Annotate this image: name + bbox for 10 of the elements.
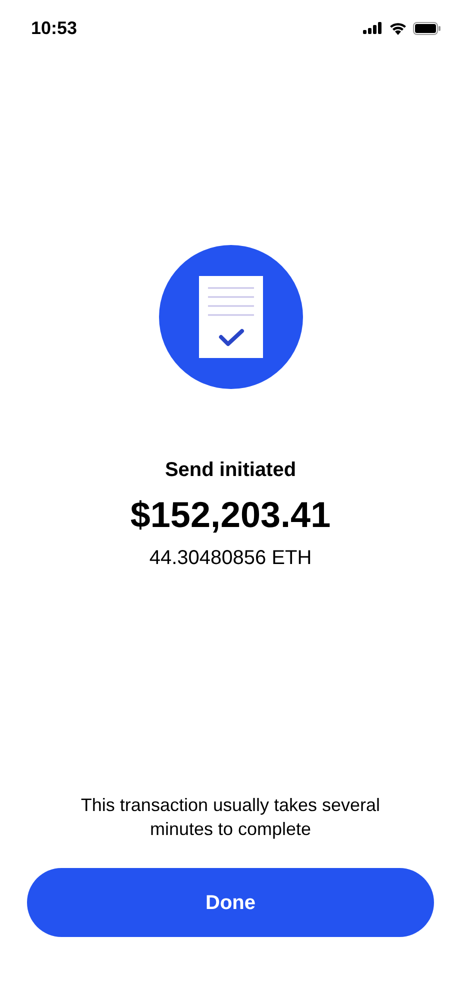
signal-icon	[363, 22, 383, 34]
fiat-amount: $152,203.41	[130, 493, 331, 537]
wifi-icon	[389, 22, 407, 34]
battery-icon	[413, 22, 441, 34]
status-title: Send initiated	[164, 458, 296, 483]
done-button[interactable]: Done	[27, 868, 434, 937]
crypto-amount: 44.30480856 ETH	[149, 546, 312, 571]
info-message: This transaction usually takes several minutes to complete	[80, 794, 380, 841]
document-check-icon	[158, 245, 302, 389]
status-time: 10:53	[31, 16, 78, 40]
